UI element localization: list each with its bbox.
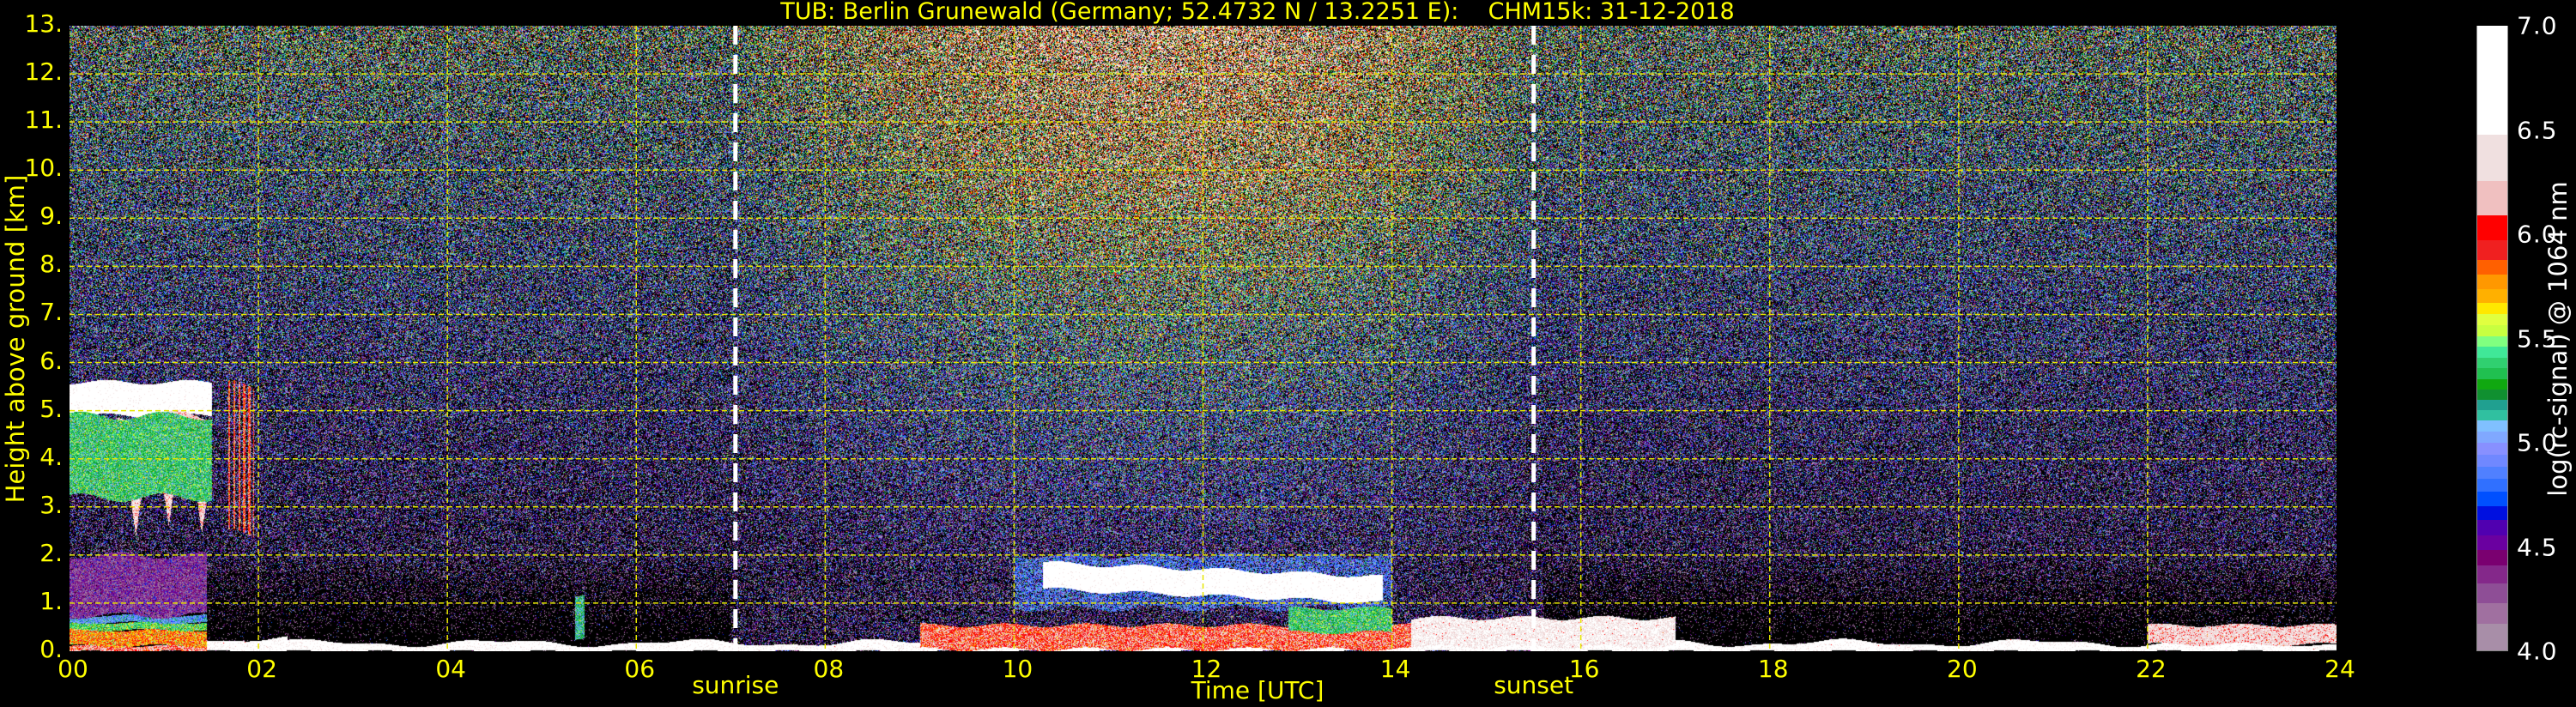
y-tick-label: 1. [39,586,63,615]
colorbar-bin [2477,345,2507,359]
colorbar-bin [2477,430,2507,444]
colorbar-bin [2477,287,2507,303]
colorbar-bin [2477,179,2507,216]
y-tick-label: 11. [24,106,63,135]
colorbar-bin [2477,399,2507,411]
y-axis-label: Height above ground [km] [1,174,30,504]
x-tick-label: 02 [246,655,277,683]
x-tick-label: 08 [813,655,845,683]
colorbar-bin [2477,215,2507,241]
x-tick-label: 00 [58,655,88,683]
colorbar-bin [2477,301,2507,314]
colorbar-bin [2477,478,2507,492]
colorbar-bin [2477,623,2507,650]
colorbar-bin [2477,239,2507,260]
colorbar-bin [2477,548,2507,566]
y-tick-label: 8. [39,250,63,279]
x-tick-label: 20 [1947,655,1978,683]
colorbar-bin [2477,356,2507,368]
chart-title: TUB: Berlin Grunewald (Germany; 52.4732 … [780,0,1735,25]
colorbar-bin [2477,323,2507,336]
y-tick-label: 5. [39,394,63,423]
y-tick-label: 13. [24,9,63,38]
colorbar-bin [2477,490,2507,507]
colorbar-bin [2477,133,2507,181]
x-tick-label: 14 [1379,655,1411,683]
colorbar-bin [2477,601,2507,625]
colorbar-tick-label: 7.0 [2517,11,2558,40]
y-tick-label: 3. [39,490,63,519]
colorbar-bin [2477,518,2507,535]
sunrise-label: sunrise [692,671,779,699]
y-tick-label: 7. [39,298,63,327]
x-axis-label: Time [UTC] [1191,676,1324,704]
x-tick-label: 22 [2136,655,2167,683]
grid-overlay [70,26,2337,651]
x-tick-label: 04 [435,655,466,683]
colorbar-bin [2477,378,2507,390]
y-tick-label: 9. [39,202,63,231]
colorbar-bin [2477,274,2507,289]
x-tick-label: 10 [1002,655,1033,683]
colorbar-tick-label: 6.5 [2517,116,2558,144]
colorbar-bin [2477,583,2507,603]
y-tick-label: 6. [39,346,63,375]
colorbar-bin [2477,419,2507,432]
colorbar-label: log(rc-signal) @ 1064 nm [2543,181,2573,497]
y-tick-label: 2. [39,538,63,567]
colorbar-bin [2477,465,2507,480]
colorbar-bin [2477,565,2507,584]
colorbar-bin [2477,453,2507,467]
x-tick-label: 06 [624,655,656,683]
y-tick-label: 4. [39,442,63,471]
y-tick-label: 12. [24,57,63,87]
colorbar-bin [2477,366,2507,379]
y-tick-label: 10. [24,154,63,183]
colorbar-bin [2477,442,2507,455]
colorbar-tick-label: 4.0 [2517,637,2558,666]
colorbar-bin [2477,534,2507,550]
colorbar-bin [2477,258,2507,275]
colorbar [2476,25,2508,651]
plot-area [70,26,2337,651]
colorbar-bin [2477,409,2507,420]
x-tick-label: 18 [1757,655,1789,683]
colorbar-bin [2477,335,2507,347]
colorbar-bin [2477,388,2507,401]
colorbar-bin [2477,505,2507,520]
colorbar-tick-label: 4.5 [2517,533,2558,561]
colorbar-bin [2477,312,2507,325]
sunset-label: sunset [1494,671,1574,699]
colorbar-bin [2477,25,2507,135]
x-tick-label: 24 [2324,655,2355,683]
